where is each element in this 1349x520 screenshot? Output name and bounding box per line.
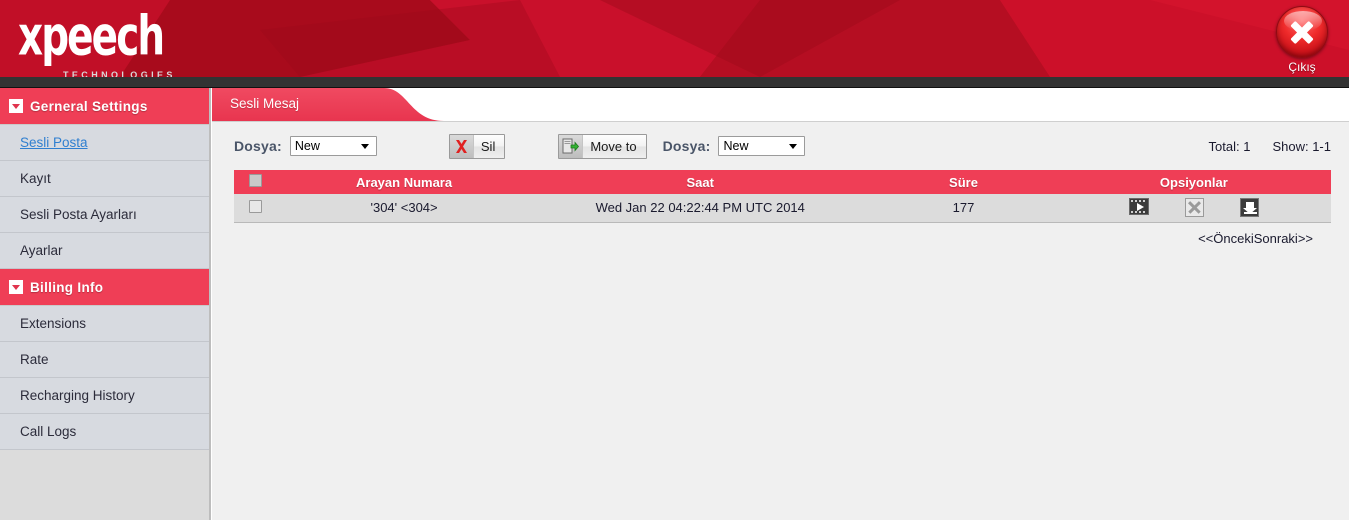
chevron-down-icon[interactable] [9,99,23,113]
delete-button[interactable]: Sil [448,133,506,159]
sidebar-group-label: Billing Info [30,279,104,295]
close-circle-icon[interactable] [1276,6,1328,58]
header-facet-background [0,0,1349,77]
sidebar-item-label: Kayıt [20,171,51,186]
main-content: Sesli Mesaj Dosya: New Sil Move to Dosya… [211,88,1349,520]
sidebar-item-sesli-posta[interactable]: Sesli Posta [0,125,209,161]
sidebar-group-general-settings[interactable]: Gerneral Settings [0,88,209,125]
sidebar-item-recharging-history[interactable]: Recharging History [0,378,209,414]
header-divider-bar [0,77,1349,88]
folder-select-left[interactable]: New [289,136,377,156]
move-to-button[interactable]: Move to [558,133,647,159]
col-sure: Süre [870,170,1057,194]
chevron-down-icon[interactable] [360,144,369,149]
select-all-header [234,170,278,194]
sidebar-item-extensions[interactable]: Extensions [0,306,209,342]
tab-sesli-mesaj[interactable]: Sesli Mesaj [230,96,299,111]
move-to-button-label: Move to [590,138,637,154]
logout-label: Çıkış [1288,60,1316,74]
cell-sure: 177 [870,194,1057,223]
page-body: Gerneral Settings Sesli Posta Kayıt Sesl… [0,88,1349,520]
col-saat: Saat [530,170,871,194]
tab-bar: Sesli Mesaj [212,88,1349,121]
dosya-label-right: Dosya: [662,138,711,154]
sidebar-item-ayarlar[interactable]: Ayarlar [0,233,209,269]
sidebar-item-sesli-posta-ayarlari[interactable]: Sesli Posta Ayarları [0,197,209,233]
prev-page-link[interactable]: <<Önceki [1198,231,1254,246]
move-file-glyph [562,138,580,154]
record-counts: Total: 1 Show: 1-1 [1209,139,1331,154]
chevron-down-icon[interactable] [9,280,23,294]
cell-opsiyonlar [1056,194,1331,223]
sidebar-group-billing-info[interactable]: Billing Info [0,269,209,306]
app-header: xpeech TECHNOLOGIES Çıkış [0,0,1349,77]
sidebar-item-label: Sesli Posta Ayarları [20,207,137,222]
folder-select-right-value: New [723,139,749,153]
folder-select-right[interactable]: New [718,136,806,156]
row-checkbox[interactable] [249,199,263,213]
cell-saat: Wed Jan 22 04:22:44 PM UTC 2014 [530,194,871,223]
delete-x-icon[interactable] [1184,198,1204,218]
sidebar-group-label: Gerneral Settings [30,98,148,114]
sidebar-item-label[interactable]: Sesli Posta [20,135,88,150]
table-row: '304' <304> Wed Jan 22 04:22:44 PM UTC 2… [234,194,1331,223]
chevron-down-icon[interactable] [789,144,798,149]
sidebar-item-kayit[interactable]: Kayıt [0,161,209,197]
col-arayan-numara: Arayan Numara [277,170,531,194]
app-logo: xpeech TECHNOLOGIES [18,6,176,77]
logo-tagline: TECHNOLOGIES [63,70,176,77]
sidebar-item-label: Extensions [20,316,87,331]
pagination: <<ÖncekiSonraki>> [234,223,1331,246]
sidebar-item-label: Ayarlar [20,243,63,258]
col-opsiyonlar: Opsiyonlar [1056,170,1331,194]
logo-wordmark: xpeech [18,3,165,68]
table-header-row: Arayan Numara Saat Süre Opsiyonlar [234,170,1331,194]
next-page-link[interactable]: Sonraki>> [1254,231,1313,246]
delete-button-label: Sil [480,138,496,154]
red-x-glyph [455,139,467,153]
total-count: Total: 1 [1208,138,1251,154]
row-option-buttons [1057,198,1331,218]
voicemail-table-wrapper: Arayan Numara Saat Süre Opsiyonlar '304'… [234,170,1331,246]
dosya-label-left: Dosya: [234,138,282,154]
sidebar-item-label: Call Logs [20,424,77,439]
voicemail-table: Arayan Numara Saat Süre Opsiyonlar '304'… [234,170,1331,223]
checkbox-icon[interactable] [249,174,263,187]
move-file-icon [559,134,584,158]
play-icon[interactable] [1128,198,1149,216]
toolbar: Dosya: New Sil Move to Dosya: New Total:… [212,122,1349,170]
download-icon[interactable] [1239,198,1259,218]
logout-button[interactable]: Çıkış [1269,6,1335,74]
sidebar-item-rate[interactable]: Rate [0,342,209,378]
sidebar-item-label: Recharging History [20,388,135,403]
sidebar-item-call-logs[interactable]: Call Logs [0,414,209,450]
cell-arayan-numara: '304' <304> [277,194,531,223]
sidebar-item-label: Rate [20,352,49,367]
sidebar: Gerneral Settings Sesli Posta Kayıt Sesl… [0,88,211,520]
row-select-cell [234,194,278,223]
logout-gloss [1284,11,1322,31]
red-x-icon [449,134,474,158]
folder-select-left-value: New [294,139,320,153]
show-range: Show: 1-1 [1272,138,1331,154]
